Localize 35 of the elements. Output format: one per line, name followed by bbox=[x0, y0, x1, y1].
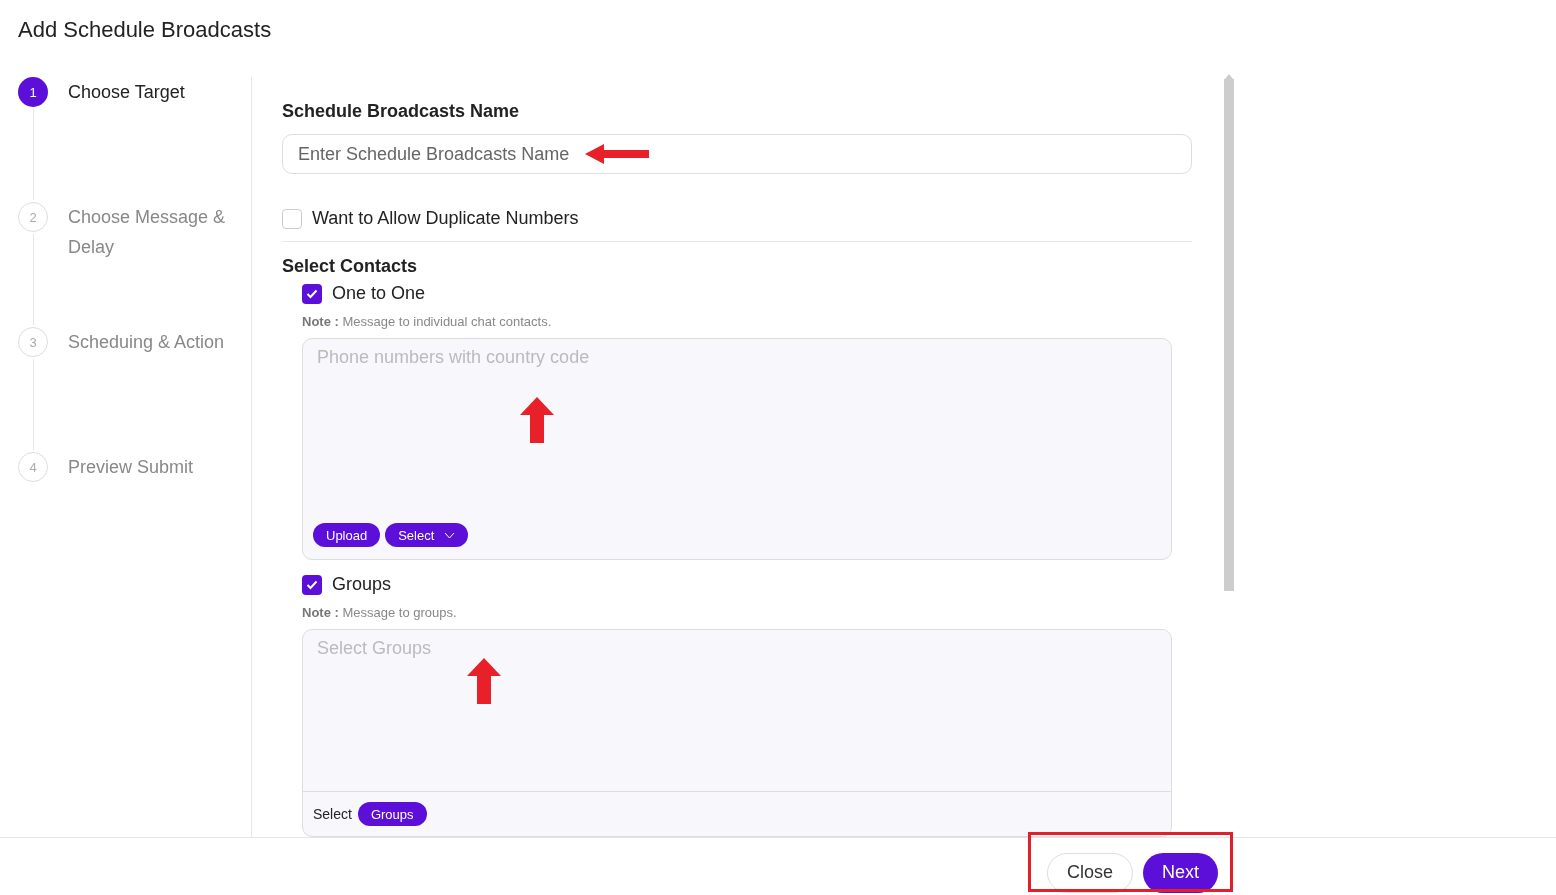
step-label[interactable]: Scheduing & Action bbox=[68, 327, 228, 452]
groups-button[interactable]: Groups bbox=[357, 802, 427, 826]
step-number: 2 bbox=[18, 202, 48, 232]
step-label[interactable]: Preview Submit bbox=[68, 452, 228, 577]
chevron-down-icon bbox=[444, 531, 456, 539]
step-number: 3 bbox=[18, 327, 48, 357]
checkbox[interactable] bbox=[302, 574, 322, 595]
checkbox[interactable] bbox=[282, 208, 302, 229]
step-label[interactable]: Choose Target bbox=[68, 77, 228, 202]
note-text: Note : Message to individual chat contacts. bbox=[302, 314, 553, 329]
step-label[interactable]: Choose Message & Delay bbox=[68, 202, 228, 327]
check-icon bbox=[306, 288, 318, 299]
dialog-title: Add Schedule Broadcasts bbox=[17, 16, 273, 44]
annotation-arrow-icon bbox=[466, 657, 502, 705]
check-icon bbox=[306, 579, 318, 590]
checkbox[interactable] bbox=[302, 283, 322, 304]
checkbox-label: One to One bbox=[332, 283, 426, 304]
scrollbar-thumb[interactable] bbox=[1224, 79, 1234, 591]
section-heading: Select Contacts bbox=[282, 256, 419, 277]
checkbox-label: Groups bbox=[332, 574, 392, 595]
next-button[interactable]: Next bbox=[1143, 852, 1218, 893]
step-number: 1 bbox=[18, 77, 48, 107]
checkbox-label: Want to Allow Duplicate Numbers bbox=[312, 208, 579, 229]
step-number: 4 bbox=[18, 452, 48, 482]
annotation-arrow-icon bbox=[584, 143, 650, 165]
groups-field[interactable]: Select Groups Select Groups bbox=[302, 629, 1172, 837]
note-text: Note : Message to groups. bbox=[302, 605, 458, 620]
select-dropdown[interactable]: Select bbox=[385, 523, 469, 547]
upload-button[interactable]: Upload bbox=[313, 523, 381, 547]
field-label: Schedule Broadcasts Name bbox=[282, 101, 521, 122]
close-button[interactable]: Close bbox=[1046, 852, 1133, 893]
annotation-arrow-icon bbox=[519, 396, 555, 444]
phone-numbers-field[interactable]: Phone numbers with country code Upload Select bbox=[302, 338, 1172, 560]
name-input-field[interactable]: Enter Schedule Broadcasts Name bbox=[282, 134, 1192, 174]
select-label: Select bbox=[313, 806, 352, 822]
